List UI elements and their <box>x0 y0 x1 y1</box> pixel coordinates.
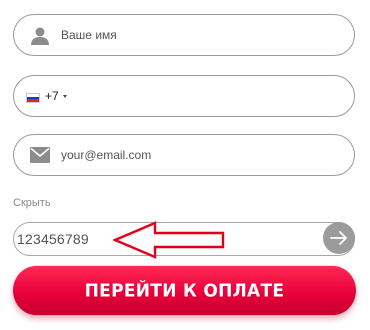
promo-code-value: 123456789 <box>17 231 89 247</box>
email-field[interactable]: your@email.com <box>13 134 355 176</box>
name-field[interactable]: Ваше имя <box>13 14 355 56</box>
user-icon <box>31 27 49 45</box>
payment-form: Ваше имя +7 your@email.com Скрыть 123456… <box>0 0 370 330</box>
arrow-right-icon <box>330 231 347 245</box>
mail-icon <box>30 147 50 163</box>
phone-field[interactable]: +7 <box>13 75 355 117</box>
name-placeholder: Ваше имя <box>61 28 117 42</box>
russia-flag-icon[interactable] <box>26 93 40 103</box>
annotation-arrow-icon <box>113 221 225 259</box>
apply-promo-button[interactable] <box>323 222 355 254</box>
go-to-payment-button[interactable]: ПЕРЕЙТИ К ОПЛАТЕ <box>13 265 356 316</box>
phone-country-code: +7 <box>45 89 59 103</box>
email-placeholder: your@email.com <box>61 148 152 162</box>
chevron-down-icon[interactable] <box>63 95 67 98</box>
hide-promo-link[interactable]: Скрыть <box>13 197 51 209</box>
